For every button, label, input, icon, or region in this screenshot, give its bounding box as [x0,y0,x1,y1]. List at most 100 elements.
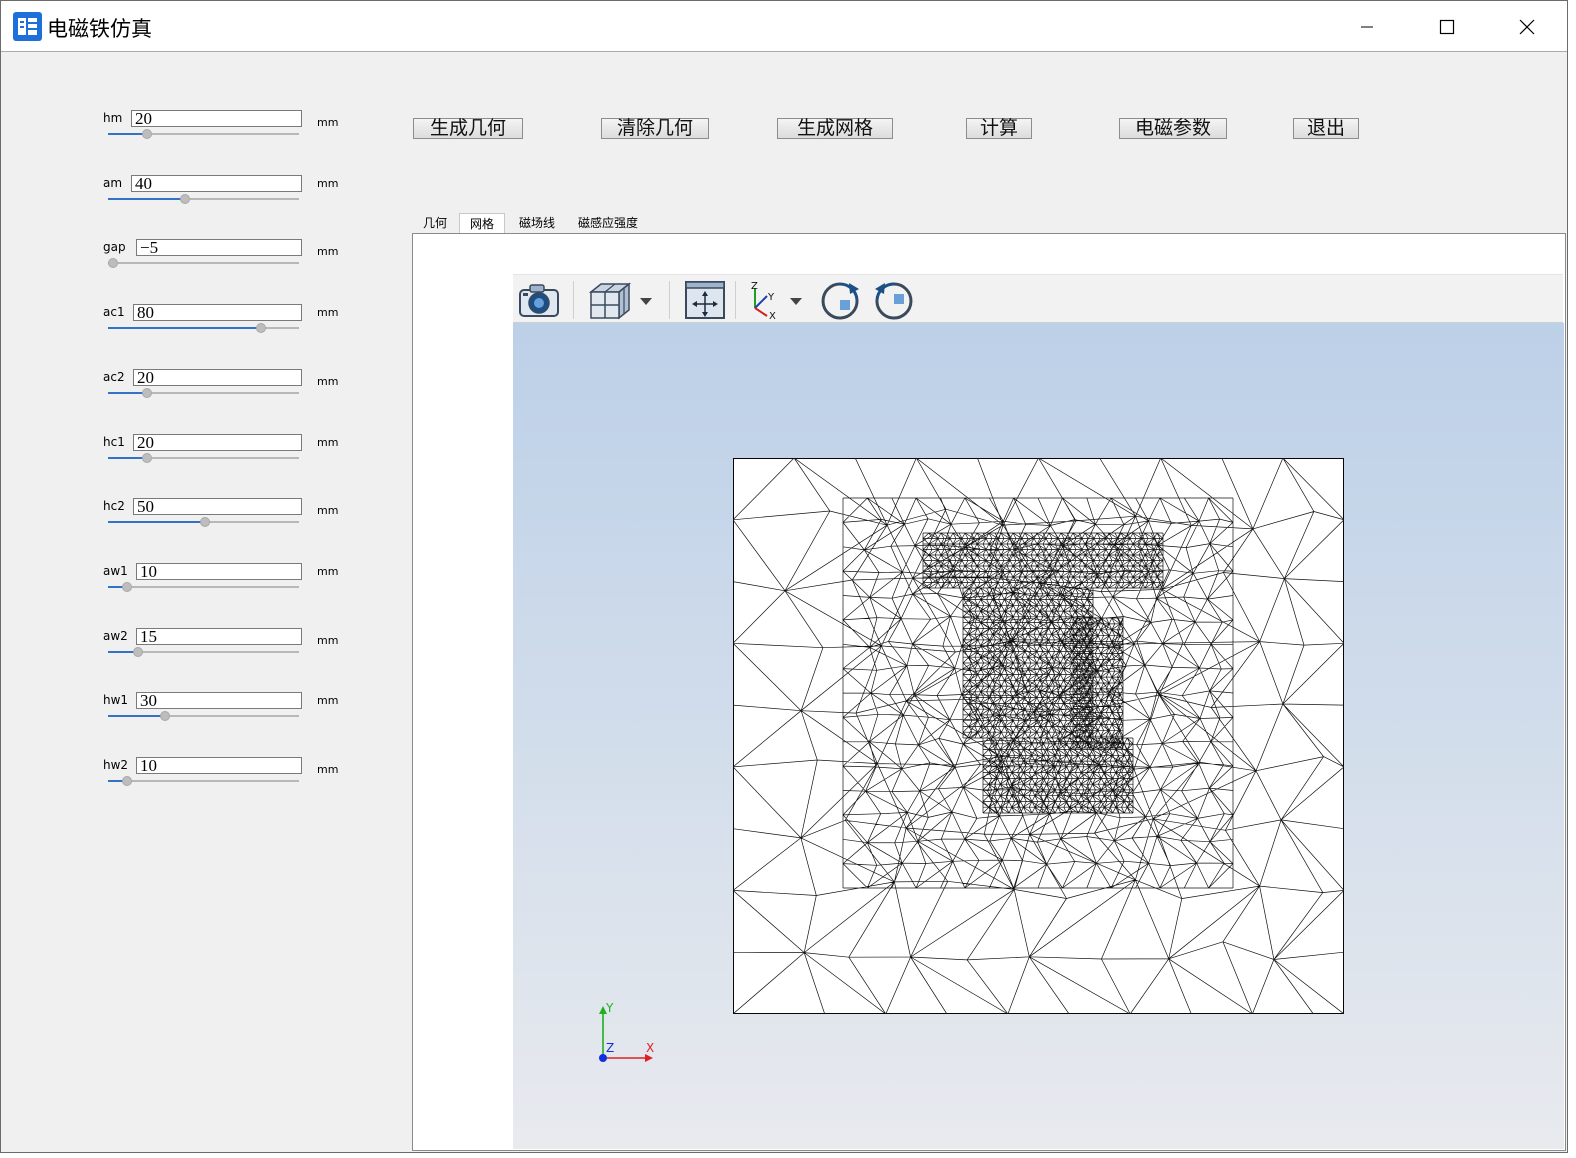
param-slider-am[interactable] [108,194,299,204]
param-unit-hm: mm [317,116,339,129]
tab-flux-density[interactable]: 磁感应强度 [571,213,645,234]
param-input-aw1[interactable]: 10 [136,563,302,580]
slider-thumb[interactable] [200,517,210,527]
param-slider-hm[interactable] [108,129,299,139]
param-slider-aw1[interactable] [108,582,299,592]
param-label-hc2: hc2 [103,499,125,513]
param-slider-hc1[interactable] [108,453,299,463]
main-window: 电磁铁仿真 hm 20 mm am 40 mm gap −5 mm ac1 80 mm ac2 20 mm h… [0,0,1568,1153]
fit-view-icon[interactable] [683,280,727,320]
param-label-hm: hm [103,111,123,125]
svg-text:X: X [769,311,776,320]
param-slider-hc2[interactable] [108,517,299,527]
param-input-aw2[interactable]: 15 [136,628,302,645]
param-slider-hw2[interactable] [108,776,299,786]
slider-thumb[interactable] [142,453,152,463]
minimize-icon [1361,26,1373,27]
param-slider-aw2[interactable] [108,647,299,657]
param-label-aw2: aw2 [103,629,128,643]
param-unit-am: mm [317,177,339,190]
svg-text:Z: Z [751,281,758,292]
slider-thumb[interactable] [160,711,170,721]
param-unit-hc2: mm [317,504,339,517]
param-unit-hw2: mm [317,763,339,776]
slider-thumb[interactable] [122,776,132,786]
param-unit-gap: mm [317,245,339,258]
slider-thumb[interactable] [142,129,152,139]
param-input-hc1[interactable]: 20 [133,434,302,451]
axis-x-label: X [646,1041,654,1055]
clear-geometry-button[interactable]: 清除几何 [601,118,709,139]
em-params-button[interactable]: 电磁参数 [1119,118,1227,139]
axes-orientation-icon[interactable]: Z Y X [745,280,781,320]
generate-mesh-button[interactable]: 生成网格 [777,118,893,139]
slider-thumb[interactable] [180,194,190,204]
slider-thumb[interactable] [142,388,152,398]
param-unit-aw2: mm [317,634,339,647]
param-input-am[interactable]: 40 [131,175,302,192]
close-icon [1519,19,1535,34]
rotate-ccw-icon[interactable] [873,280,915,320]
compute-button[interactable]: 计算 [966,118,1032,139]
param-input-hw1[interactable]: 30 [136,692,302,709]
axis-y-label: Y [605,1001,614,1015]
view-cube-icon[interactable] [587,280,633,320]
slider-fill [108,521,205,523]
param-slider-gap[interactable] [108,258,299,268]
tab-geometry[interactable]: 几何 [415,213,455,234]
chevron-down-icon[interactable] [789,280,803,320]
param-input-hc2[interactable]: 50 [133,498,302,515]
slider-thumb[interactable] [133,647,143,657]
param-unit-hc1: mm [317,436,339,449]
maximize-icon [1439,19,1455,34]
axis-z-label: Z [606,1041,614,1055]
param-input-hw2[interactable]: 10 [136,757,302,774]
rotate-cw-icon[interactable] [819,280,861,320]
toolbar-separator [735,281,736,319]
slider-thumb[interactable] [256,323,266,333]
svg-text:Y: Y [767,292,775,303]
slider-thumb[interactable] [122,582,132,592]
param-label-hc1: hc1 [103,435,125,449]
param-label-hw2: hw2 [103,758,129,772]
param-slider-ac1[interactable] [108,323,299,333]
param-unit-hw1: mm [317,694,339,707]
param-label-gap: gap [103,240,126,254]
slider-fill [108,198,185,200]
app-icon [13,12,42,41]
maximize-button[interactable] [1407,1,1487,52]
param-label-aw1: aw1 [103,564,128,578]
exit-button[interactable]: 退出 [1293,118,1359,139]
orientation-triad: Y Z X [599,1001,654,1062]
close-button[interactable] [1487,1,1567,52]
param-unit-ac2: mm [317,375,339,388]
minimize-button[interactable] [1327,1,1407,52]
param-slider-hw1[interactable] [108,711,299,721]
tab-mesh[interactable]: 网格 [459,213,505,234]
mesh-plot [733,458,1344,1014]
slider-track [108,262,299,264]
param-unit-ac1: mm [317,306,339,319]
title-bar: 电磁铁仿真 [1,1,1567,52]
window-title: 电磁铁仿真 [47,17,152,41]
param-input-ac2[interactable]: 20 [133,369,302,386]
viewer-toolbar: Z Y X [513,274,1563,323]
slider-thumb[interactable] [108,258,118,268]
param-label-hw1: hw1 [103,693,129,707]
generate-geometry-button[interactable]: 生成几何 [413,118,523,139]
param-unit-aw1: mm [317,565,339,578]
param-input-ac1[interactable]: 80 [133,304,302,321]
3d-viewport[interactable]: Y Z X [513,323,1564,1149]
toolbar-separator [573,281,574,319]
chevron-down-icon[interactable] [639,280,653,320]
param-input-gap[interactable]: −5 [136,239,302,256]
param-label-am: am [103,176,123,190]
tab-field-lines[interactable]: 磁场线 [511,213,563,234]
param-label-ac1: ac1 [103,305,125,319]
slider-track [108,780,299,782]
param-slider-ac2[interactable] [108,388,299,398]
param-label-ac2: ac2 [103,370,125,384]
param-input-hm[interactable]: 20 [131,110,302,127]
slider-fill [108,715,165,717]
camera-icon[interactable] [517,280,561,320]
